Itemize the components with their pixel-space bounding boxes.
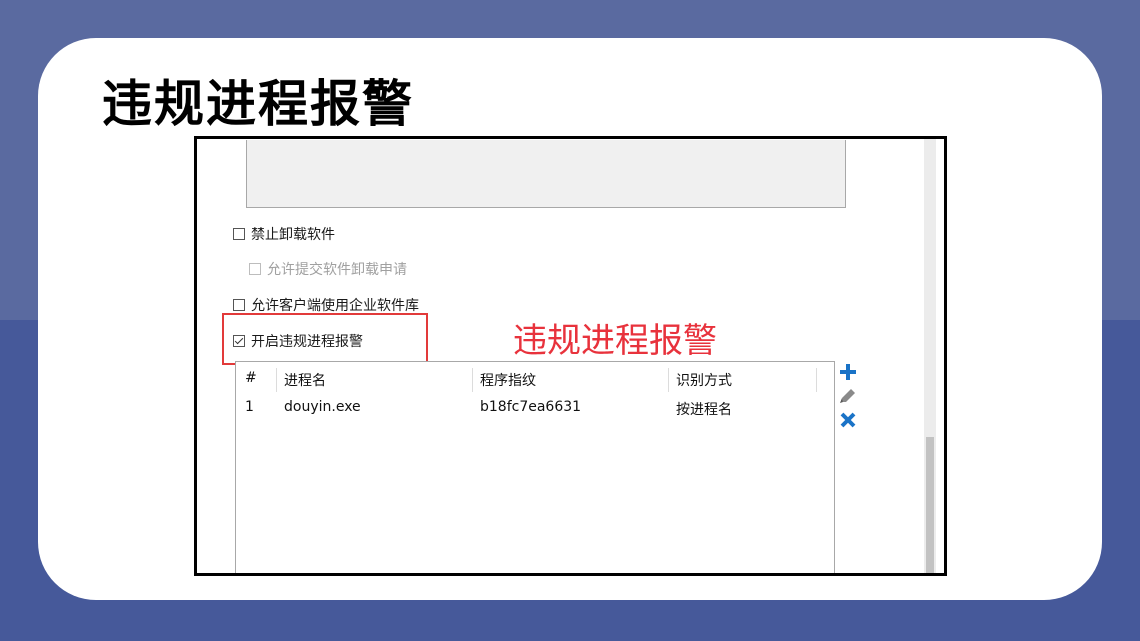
- option-label: 禁止卸载软件: [251, 227, 335, 243]
- description-textarea[interactable]: [246, 140, 846, 208]
- scrollbar-thumb[interactable]: [926, 437, 934, 573]
- option-enterprise-software-library[interactable]: 允许客户端使用企业软件库: [233, 295, 419, 315]
- checkbox-allow-uninstall-request: [249, 263, 261, 275]
- cell-index: 1: [245, 399, 254, 415]
- cell-identify-method: 按进程名: [676, 402, 732, 418]
- close-icon[interactable]: [839, 411, 857, 429]
- option-label: 允许客户端使用企业软件库: [251, 298, 419, 314]
- annotation-label: 违规进程报警: [513, 321, 717, 361]
- column-header-identify-method[interactable]: 识别方式: [676, 370, 732, 390]
- option-label: 允许提交软件卸载申请: [267, 262, 407, 278]
- highlight-box: [222, 313, 428, 365]
- column-header-index[interactable]: #: [245, 370, 257, 386]
- plus-icon[interactable]: [839, 363, 857, 381]
- scrollbar[interactable]: [924, 139, 936, 573]
- pencil-icon[interactable]: [839, 387, 857, 405]
- slide-title: 违规进程报警: [102, 75, 414, 133]
- column-header-fingerprint[interactable]: 程序指纹: [480, 370, 536, 390]
- table-toolbar: [839, 363, 859, 435]
- option-allow-uninstall-request: 允许提交软件卸载申请: [249, 259, 407, 279]
- checkbox-enterprise-software-library[interactable]: [233, 299, 245, 311]
- process-table: # 进程名 程序指纹 识别方式 1 douyin.exe b18fc7ea663…: [235, 361, 835, 573]
- column-separator: [472, 368, 473, 392]
- settings-screenshot: 禁止卸载软件 允许提交软件卸载申请 允许客户端使用企业软件库 开启违规进程报警 …: [194, 136, 947, 576]
- column-separator: [276, 368, 277, 392]
- option-forbid-uninstall[interactable]: 禁止卸载软件: [233, 224, 335, 244]
- column-separator: [816, 368, 817, 392]
- cell-process-name: douyin.exe: [284, 399, 361, 415]
- checkbox-forbid-uninstall[interactable]: [233, 228, 245, 240]
- column-header-process-name[interactable]: 进程名: [284, 370, 326, 390]
- column-separator: [668, 368, 669, 392]
- cell-fingerprint: b18fc7ea6631: [480, 399, 582, 415]
